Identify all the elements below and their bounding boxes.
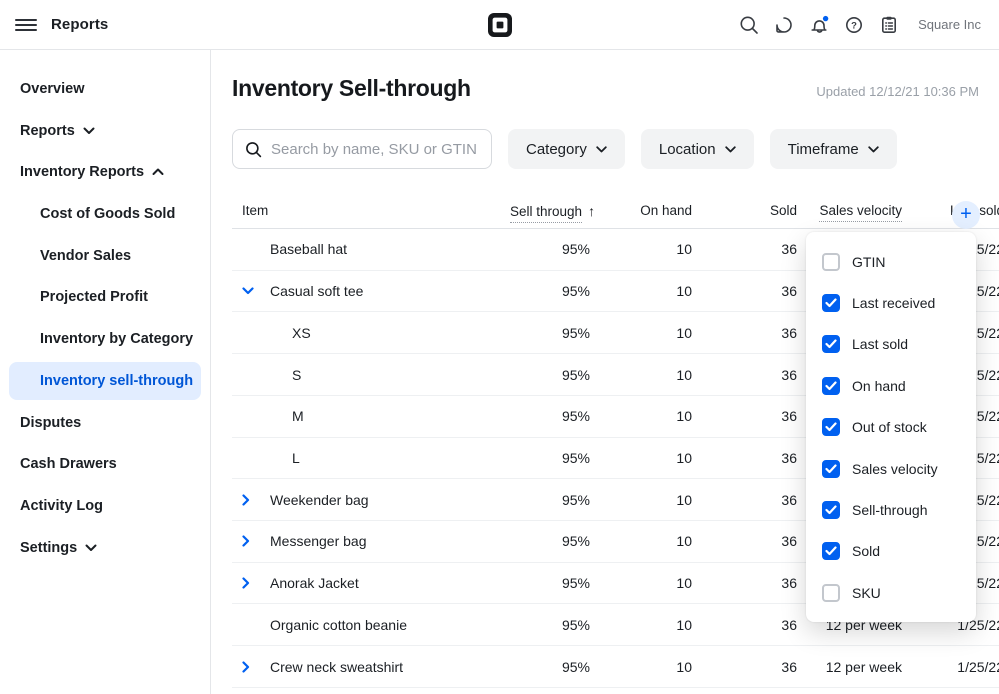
column-header-last-sold[interactable]: Last sold [902,203,999,218]
app-window: Reports ? [0,0,999,694]
checkbox[interactable] [822,294,840,312]
column-header-item: Item [232,203,510,218]
sidebar-item-settings[interactable]: Settings [0,527,210,569]
sidebar-item-vendor-sales[interactable]: Vendor Sales [0,235,210,277]
chat-icon[interactable] [774,15,794,35]
expand-chevron-icon[interactable] [242,535,250,547]
sidebar-item-inventory-reports[interactable]: Inventory Reports [0,151,210,193]
column-chooser-popover: GTIN Last received Last sold On hand Out… [806,232,976,622]
help-icon[interactable]: ? [844,15,864,35]
merchant-name[interactable]: Square Inc [918,17,981,32]
column-option-on-hand[interactable]: On hand [806,365,976,406]
sidebar-item-inventory-sell-through[interactable]: Inventory sell-through [9,362,201,400]
search-icon[interactable] [739,15,759,35]
add-column-button[interactable]: + [952,201,980,229]
column-option-out-of-stock[interactable]: Out of stock [806,407,976,448]
checkbox[interactable] [822,542,840,560]
column-option-gtin[interactable]: GTIN [806,241,976,282]
expand-chevron-icon[interactable] [242,661,250,673]
checkbox[interactable] [822,460,840,478]
sidebar-item-activity-log[interactable]: Activity Log [0,485,210,527]
category-filter-button[interactable]: Category [508,129,625,169]
column-option-sell-through[interactable]: Sell-through [806,489,976,530]
bell-icon[interactable] [809,15,829,35]
sidebar-item-reports[interactable]: Reports [0,110,210,152]
column-option-last-sold[interactable]: Last sold [806,324,976,365]
column-header-on-hand[interactable]: On hand [590,203,692,218]
sidebar: Overview Reports Inventory Reports Cost … [0,50,211,694]
column-header-sold[interactable]: Sold [692,203,797,218]
column-option-last-received[interactable]: Last received [806,282,976,323]
chevron-down-icon [596,146,607,153]
location-filter-button[interactable]: Location [641,129,754,169]
topbar-title: Reports [51,16,108,33]
column-header-sales-velocity[interactable]: Sales velocity [797,203,902,218]
column-header-sell-through[interactable]: Sell through↑ [510,203,590,219]
receipt-icon[interactable] [879,15,899,35]
svg-text:?: ? [851,20,857,31]
chevron-down-icon [85,544,97,552]
checkbox[interactable] [822,253,840,271]
notification-dot [823,15,828,20]
sidebar-item-cost-of-goods-sold[interactable]: Cost of Goods Sold [0,193,210,235]
sidebar-item-projected-profit[interactable]: Projected Profit [0,276,210,318]
expand-chevron-icon[interactable] [242,577,250,589]
column-option-sales-velocity[interactable]: Sales velocity [806,448,976,489]
main-content: Inventory Sell-through Updated 12/12/21 … [211,50,999,694]
chevron-down-icon [868,146,879,153]
chevron-up-icon [152,168,164,176]
expand-chevron-icon[interactable] [242,494,250,506]
sidebar-item-inventory-by-category[interactable]: Inventory by Category [0,318,210,360]
page-title: Inventory Sell-through [232,75,471,102]
updated-timestamp: Updated 12/12/21 10:36 PM [816,84,979,102]
timeframe-filter-button[interactable]: Timeframe [770,129,897,169]
menu-icon[interactable] [15,15,37,35]
column-option-sku[interactable]: SKU [806,572,976,613]
search-input[interactable] [271,141,479,158]
sidebar-item-disputes[interactable]: Disputes [0,402,210,444]
sidebar-item-cash-drawers[interactable]: Cash Drawers [0,444,210,486]
checkbox[interactable] [822,377,840,395]
table-row[interactable]: Crew neck sweatshirt 95% 10 36 12 per we… [232,646,999,688]
search-icon [245,141,262,158]
filter-bar: Category Location Timeframe [232,129,999,169]
checkbox[interactable] [822,501,840,519]
checkbox[interactable] [822,335,840,353]
checkbox[interactable] [822,418,840,436]
square-logo-icon[interactable] [487,12,513,38]
table-header-row: Item Sell through↑ On hand Sold Sales ve… [232,193,999,229]
search-box[interactable] [232,129,492,169]
chevron-down-icon [83,127,95,135]
checkbox[interactable] [822,584,840,602]
collapse-chevron-icon[interactable] [242,287,254,295]
chevron-down-icon [725,146,736,153]
column-option-sold[interactable]: Sold [806,531,976,572]
topbar: Reports ? [0,0,999,50]
sidebar-item-overview[interactable]: Overview [0,68,210,110]
